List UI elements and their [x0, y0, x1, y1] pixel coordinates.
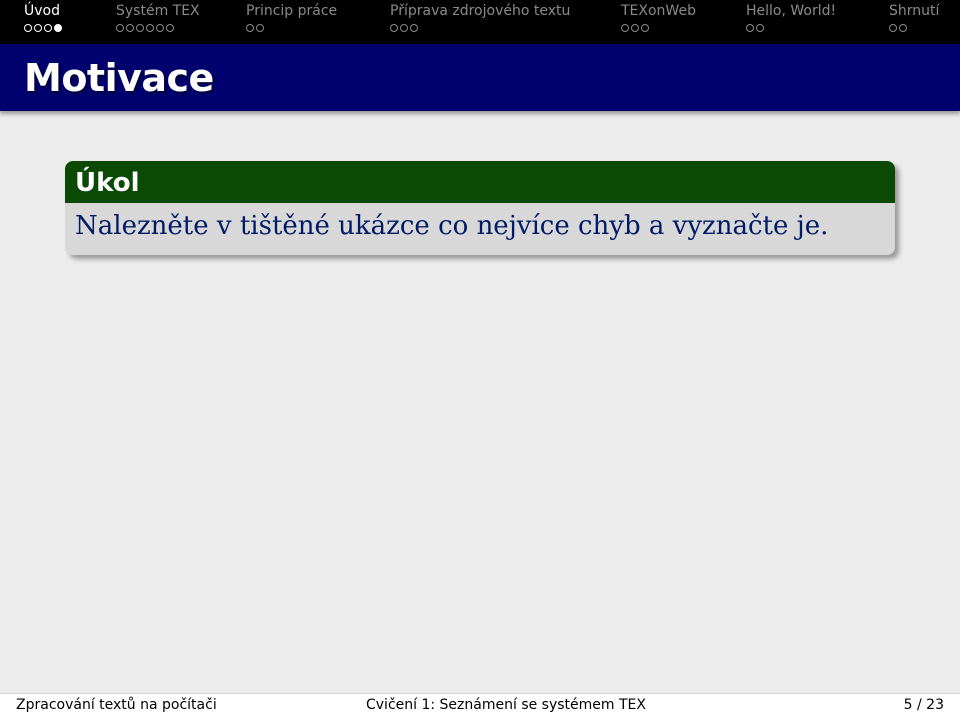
slide-dot-icon[interactable]	[889, 24, 897, 32]
slide-dots	[390, 24, 418, 32]
slide-dot-icon[interactable]	[641, 24, 649, 32]
slide-dots	[246, 24, 264, 32]
nav-section-label: Shrnutí	[889, 3, 940, 19]
slide-dots	[889, 24, 907, 32]
slide-dots	[116, 24, 174, 32]
slide-dot-icon[interactable]	[746, 24, 754, 32]
nav-section-label: Hello, World!	[746, 3, 837, 19]
slide-dot-icon[interactable]	[34, 24, 42, 32]
nav-section-label: Příprava zdrojového textu	[390, 3, 571, 19]
slide-dot-icon[interactable]	[54, 24, 62, 32]
slide-dot-icon[interactable]	[410, 24, 418, 32]
nav-section-shrnuti[interactable]: Shrnutí	[889, 3, 939, 32]
section-navigation-bar: Úvod Systém TEX Princip práce Příprava z…	[0, 0, 960, 44]
slide-dot-icon[interactable]	[136, 24, 144, 32]
nav-section-label: Princip práce	[246, 3, 338, 19]
task-block: Úkol Nalezněte v tištěné ukázce co nejví…	[65, 161, 895, 255]
nav-section-uvod[interactable]: Úvod	[24, 3, 62, 32]
nav-section-label: Úvod	[24, 3, 60, 19]
slide-dots	[746, 24, 764, 32]
slide-dots	[24, 24, 62, 32]
frame-title-bar: Motivace	[0, 44, 960, 111]
slide-dots	[621, 24, 649, 32]
slide-dot-icon[interactable]	[146, 24, 154, 32]
slide-dot-icon[interactable]	[246, 24, 254, 32]
slide-dot-icon[interactable]	[899, 24, 907, 32]
nav-section-priprava[interactable]: Příprava zdrojového textu	[390, 3, 570, 32]
footer-course-title[interactable]: Zpracování textů na počítači	[16, 697, 217, 713]
frame-title: Motivace	[24, 56, 214, 100]
slide-dot-icon[interactable]	[256, 24, 264, 32]
footer-bar: Zpracování textů na počítači Cvičení 1: …	[0, 693, 960, 716]
footer-lecture-title[interactable]: Cvičení 1: Seznámení se systémem TEX	[366, 697, 646, 713]
slide-dot-icon[interactable]	[621, 24, 629, 32]
footer-page-number: 5 / 23	[903, 697, 944, 713]
nav-section-label: TEXonWeb	[621, 3, 696, 19]
nav-section-hello-world[interactable]: Hello, World!	[746, 3, 836, 32]
slide-dot-icon[interactable]	[156, 24, 164, 32]
nav-section-princip-prace[interactable]: Princip práce	[246, 3, 337, 32]
block-body: Nalezněte v tištěné ukázce co nejvíce ch…	[65, 203, 895, 255]
slide-dot-icon[interactable]	[400, 24, 408, 32]
nav-section-system-tex[interactable]: Systém TEX	[116, 3, 200, 32]
nav-section-texonweb[interactable]: TEXonWeb	[621, 3, 696, 32]
slide-dot-icon[interactable]	[631, 24, 639, 32]
nav-section-label: Systém TEX	[116, 3, 200, 19]
slide-dot-icon[interactable]	[756, 24, 764, 32]
slide-dot-icon[interactable]	[116, 24, 124, 32]
slide-dot-icon[interactable]	[390, 24, 398, 32]
slide-dot-icon[interactable]	[166, 24, 174, 32]
slide-dot-icon[interactable]	[24, 24, 32, 32]
block-title: Úkol	[65, 161, 895, 203]
slide-dot-icon[interactable]	[126, 24, 134, 32]
slide-dot-icon[interactable]	[44, 24, 52, 32]
